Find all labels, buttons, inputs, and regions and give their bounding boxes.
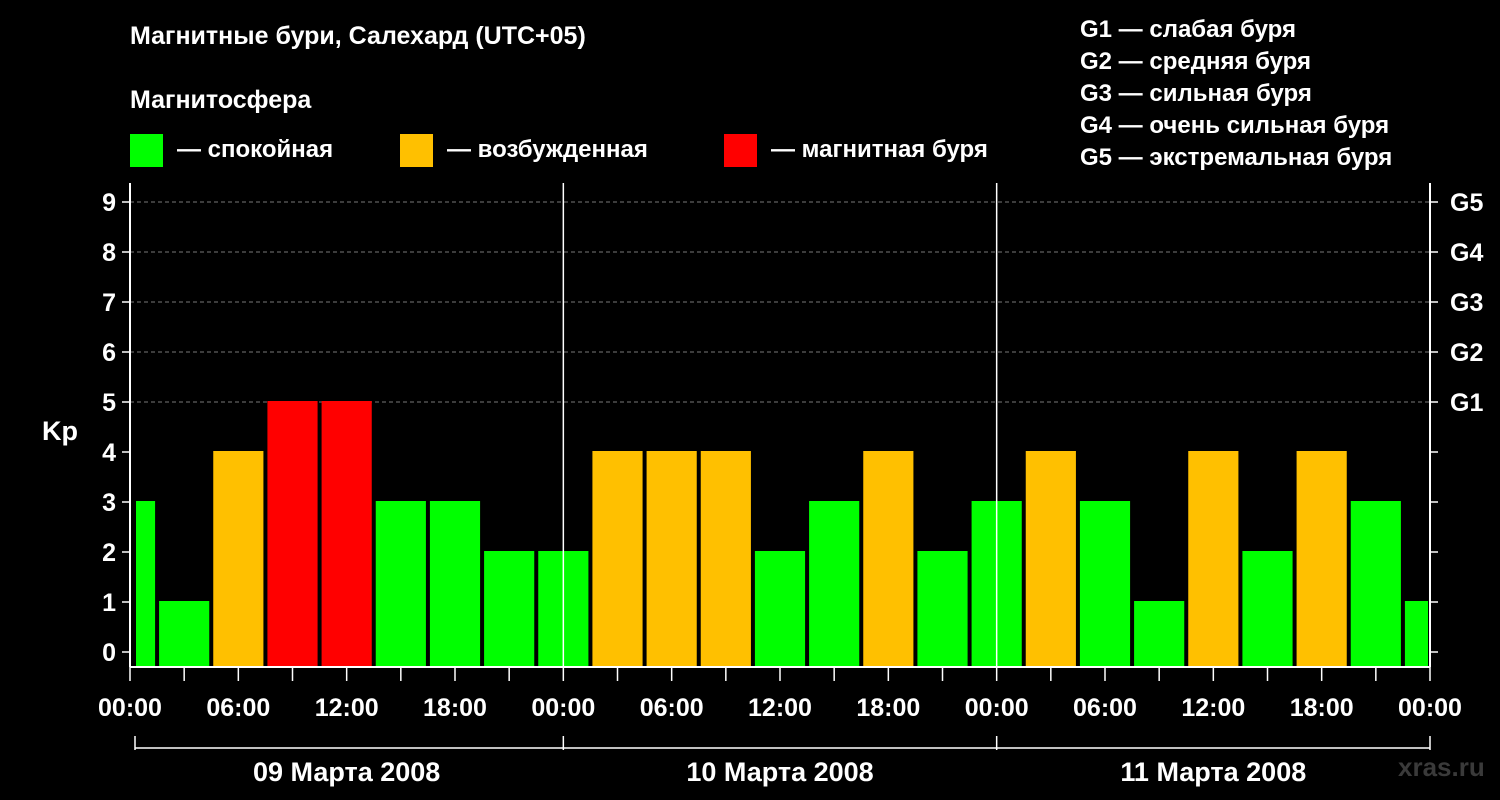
x-tick-label: 06:00 — [640, 694, 704, 722]
kp-bar — [1025, 451, 1076, 667]
bars — [136, 401, 1428, 667]
y-tick-label: 3 — [102, 489, 116, 517]
g-scale-item: G4 — очень сильная буря — [1080, 112, 1390, 139]
kp-bar — [1404, 601, 1428, 667]
y-tick-label: 7 — [102, 289, 116, 317]
y-tick-label: 6 — [102, 339, 116, 367]
kp-bar — [267, 401, 318, 667]
x-tick-label: 00:00 — [965, 694, 1029, 722]
g-scale-item: G3 — сильная буря — [1080, 80, 1312, 107]
x-tick-label: 06:00 — [1073, 694, 1137, 722]
y-tick-label: 8 — [102, 239, 116, 267]
kp-bar — [863, 451, 914, 667]
y-tick-label: 0 — [102, 639, 116, 667]
y-tick-label: 5 — [102, 389, 116, 417]
y-tick-label: 2 — [102, 539, 116, 567]
kp-bar — [1188, 451, 1239, 667]
x-tick-label: 00:00 — [531, 694, 595, 722]
x-tick-label: 00:00 — [98, 694, 162, 722]
kp-bar — [136, 501, 156, 667]
legend-label-storm: — магнитная буря — [771, 136, 988, 163]
x-tick-label: 12:00 — [315, 694, 379, 722]
legend-swatch-active — [400, 133, 433, 167]
legend-active: — возбужденная — [400, 133, 648, 167]
x-tick-label: 06:00 — [206, 694, 270, 722]
g-scale-item: G5 — экстремальная буря — [1080, 144, 1393, 171]
kp-bar — [1134, 601, 1185, 667]
kp-bar — [754, 551, 806, 667]
g-tick-label: G3 — [1450, 289, 1483, 317]
kp-bar — [375, 501, 426, 667]
legend-storm: — магнитная буря — [724, 133, 988, 167]
day-label: 09 Марта 2008 — [253, 757, 440, 787]
x-tick-label: 12:00 — [1181, 694, 1245, 722]
day-label: 10 Марта 2008 — [686, 757, 873, 787]
grid-lines — [130, 201, 1430, 403]
g-scale-legend: G1 — слабая буря G2 — средняя буря G3 — … — [1080, 14, 1392, 174]
y-axis-label: Kp — [42, 416, 78, 446]
kp-bar — [429, 501, 481, 667]
g-scale-item: G2 — средняя буря — [1080, 48, 1311, 75]
watermark: xras.ru — [1398, 752, 1485, 782]
g-scale-item: G1 — слабая буря — [1080, 16, 1297, 43]
g-tick-label: G1 — [1450, 389, 1483, 417]
y-tick-label: 9 — [102, 189, 116, 217]
kp-bar — [484, 551, 535, 667]
kp-bar — [213, 451, 264, 667]
x-tick-label: 18:00 — [1290, 694, 1354, 722]
legend-label-active: — возбужденная — [447, 136, 648, 163]
kp-bar — [321, 401, 372, 667]
g-tick-label: G2 — [1450, 339, 1483, 367]
kp-bar — [592, 451, 643, 667]
legend-swatch-storm — [724, 133, 757, 167]
kp-bar — [1350, 501, 1401, 667]
kp-bar — [917, 551, 968, 667]
y-tick-label: 1 — [102, 589, 116, 617]
x-tick-label: 12:00 — [748, 694, 812, 722]
kp-bar — [1242, 551, 1293, 667]
magnetosphere-label: Магнитосфера — [130, 86, 312, 114]
x-tick-label: 18:00 — [423, 694, 487, 722]
day-label: 11 Марта 2008 — [1120, 757, 1306, 787]
kp-bar — [1296, 451, 1347, 667]
y-tick-label: 4 — [102, 439, 116, 467]
legend-swatch-quiet — [130, 133, 163, 167]
x-tick-label: 18:00 — [856, 694, 920, 722]
g-tick-label: G5 — [1450, 189, 1483, 217]
chart-title: Магнитные бури, Салехард (UTC+05) — [130, 22, 586, 50]
legend-quiet: — спокойная — [130, 133, 333, 167]
legend-label-quiet: — спокойная — [177, 136, 334, 163]
kp-bar — [646, 451, 697, 667]
kp-bar — [159, 601, 210, 667]
x-tick-label: 00:00 — [1398, 694, 1462, 722]
g-tick-label: G4 — [1450, 239, 1483, 267]
kp-bar — [700, 451, 751, 667]
kp-bar — [1079, 501, 1131, 667]
kp-bar — [809, 501, 860, 667]
